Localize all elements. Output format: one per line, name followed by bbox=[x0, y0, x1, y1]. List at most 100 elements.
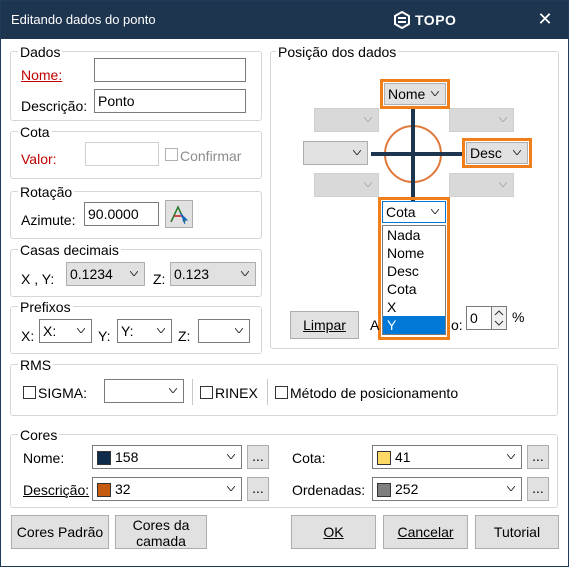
valor-input[interactable] bbox=[85, 142, 159, 166]
chevron-down-icon bbox=[241, 271, 249, 276]
position-top-select[interactable]: Nome bbox=[384, 83, 446, 105]
confirmar-checkbox[interactable] bbox=[165, 148, 178, 161]
group-prefixos-legend: Prefixos bbox=[18, 299, 73, 315]
position-right-value: Desc bbox=[470, 145, 502, 161]
chevron-down-icon bbox=[431, 209, 439, 214]
cor-nome-select[interactable]: 158 bbox=[92, 445, 242, 469]
rinex-checkbox[interactable] bbox=[200, 386, 213, 399]
limpar-button[interactable]: Limpar bbox=[290, 311, 359, 339]
xy-decimals-select[interactable]: 0.1234 bbox=[66, 262, 145, 286]
title-bar: Editando dados do ponto TOPO ✕ bbox=[1, 1, 568, 39]
cor-ordenadas-select[interactable]: 252 bbox=[372, 477, 522, 501]
valor-label: Valor: bbox=[21, 151, 57, 167]
chevron-down-icon bbox=[235, 328, 243, 333]
position-bottom-dropdown: Nada Nome Desc Cota X Y bbox=[382, 225, 446, 335]
window-title: Editando dados do ponto bbox=[11, 12, 156, 27]
spinner-up-down-icon bbox=[494, 310, 504, 326]
rinex-label: RINEX bbox=[215, 385, 258, 401]
cores-padrao-button[interactable]: Cores Padrão bbox=[11, 515, 109, 549]
azimute-pick-button[interactable] bbox=[165, 200, 193, 228]
cor-cota-more-button[interactable]: ... bbox=[527, 445, 549, 469]
sigma-select[interactable] bbox=[104, 379, 184, 403]
chevron-down-icon bbox=[77, 328, 85, 333]
chevron-down-icon bbox=[513, 150, 521, 155]
cor-ordenadas-label: Ordenadas: bbox=[292, 482, 366, 498]
dropdown-option-nome[interactable]: Nome bbox=[383, 244, 445, 262]
chevron-down-icon bbox=[353, 150, 361, 155]
chevron-down-icon bbox=[507, 486, 515, 491]
dropdown-option-x[interactable]: X bbox=[383, 298, 445, 316]
chevron-down-icon bbox=[431, 91, 439, 96]
group-dados-legend: Dados bbox=[18, 44, 63, 60]
chevron-down-icon bbox=[499, 182, 507, 187]
position-bottom-right-select[interactable] bbox=[449, 173, 514, 197]
cor-descricao-more-button[interactable]: ... bbox=[247, 477, 269, 501]
topo-logo-text: TOPO bbox=[415, 12, 457, 28]
tutorial-button[interactable]: Tutorial bbox=[475, 515, 559, 549]
dropdown-option-cota[interactable]: Cota bbox=[383, 280, 445, 298]
group-rms-legend: RMS bbox=[18, 357, 54, 373]
azimute-input[interactable]: 90.0000 bbox=[84, 202, 159, 226]
cor-ordenadas-more-button[interactable]: ... bbox=[527, 477, 549, 501]
ok-button[interactable]: OK bbox=[291, 515, 376, 549]
chevron-down-icon bbox=[157, 328, 165, 333]
group-casas-legend: Casas decimais bbox=[18, 242, 121, 258]
chevron-down-icon bbox=[364, 117, 372, 122]
position-top-right-select[interactable] bbox=[449, 108, 514, 132]
rms-separator bbox=[192, 379, 193, 405]
cor-nome-label: Nome: bbox=[23, 450, 65, 466]
z-decimals-value: 0.123 bbox=[174, 266, 210, 282]
cor-descricao-select[interactable]: 32 bbox=[92, 477, 242, 501]
percent-input[interactable]: 0 bbox=[466, 306, 492, 330]
dropdown-option-nada[interactable]: Nada bbox=[383, 226, 445, 244]
dropdown-option-desc[interactable]: Desc bbox=[383, 262, 445, 280]
cor-descricao-value: 32 bbox=[115, 481, 131, 497]
cores-camada-line1: Cores da bbox=[132, 517, 190, 533]
position-top-left-select[interactable] bbox=[314, 108, 379, 132]
dialog-window: Editando dados do ponto TOPO ✕ Dados Nom… bbox=[0, 0, 569, 567]
chevron-down-icon bbox=[130, 271, 138, 276]
cor-cota-select[interactable]: 41 bbox=[372, 445, 522, 469]
hidden-label-start: A bbox=[370, 317, 380, 333]
cores-camada-button[interactable]: Cores da camada bbox=[115, 515, 207, 549]
sigma-checkbox[interactable] bbox=[23, 386, 36, 399]
prefix-x-value: X: bbox=[43, 323, 57, 339]
position-left-select[interactable] bbox=[303, 141, 368, 165]
position-right-select[interactable]: Desc bbox=[466, 142, 528, 164]
descricao-input[interactable]: Ponto bbox=[94, 89, 246, 113]
azimute-label: Azimute: bbox=[21, 212, 76, 228]
prefix-z-select[interactable] bbox=[198, 319, 250, 343]
cor-cota-value: 41 bbox=[395, 449, 411, 465]
azimuth-pick-icon bbox=[170, 205, 189, 225]
prefix-x-select[interactable]: X: bbox=[39, 319, 92, 343]
position-bottom-value: Cota bbox=[386, 204, 416, 220]
close-icon[interactable]: ✕ bbox=[535, 9, 555, 29]
z-decimals-label: Z: bbox=[153, 271, 166, 287]
metodo-checkbox[interactable] bbox=[275, 386, 288, 399]
chevron-down-icon bbox=[227, 486, 235, 491]
prefix-y-value: Y: bbox=[121, 323, 134, 339]
prefix-y-select[interactable]: Y: bbox=[117, 319, 172, 343]
percent-unit: % bbox=[512, 309, 525, 325]
cor-nome-more-button[interactable]: ... bbox=[247, 445, 269, 469]
z-decimals-select[interactable]: 0.123 bbox=[170, 262, 256, 286]
position-bottom-select[interactable]: Cota bbox=[382, 201, 446, 223]
xy-decimals-label: X , Y: bbox=[21, 271, 55, 287]
position-bottom-left-select[interactable] bbox=[314, 173, 379, 197]
limpar-button-label: Limpar bbox=[303, 317, 346, 333]
percent-spinner[interactable] bbox=[491, 306, 507, 330]
cor-descricao-label: Descrição: bbox=[23, 482, 90, 498]
cancelar-button[interactable]: Cancelar bbox=[383, 515, 468, 549]
dropdown-option-y[interactable]: Y bbox=[383, 316, 445, 334]
cor-cota-swatch bbox=[377, 451, 391, 465]
position-top-value: Nome bbox=[388, 86, 426, 102]
cor-descricao-swatch bbox=[97, 483, 111, 497]
chevron-down-icon bbox=[499, 117, 507, 122]
rms-separator bbox=[267, 379, 268, 405]
cancelar-button-label: Cancelar bbox=[397, 524, 454, 540]
nome-input[interactable] bbox=[94, 58, 246, 82]
chevron-down-icon bbox=[507, 454, 515, 459]
nome-label: Nome: bbox=[21, 67, 63, 83]
group-posicao-legend: Posição dos dados bbox=[276, 44, 399, 60]
prefix-y-label: Y: bbox=[98, 328, 111, 344]
